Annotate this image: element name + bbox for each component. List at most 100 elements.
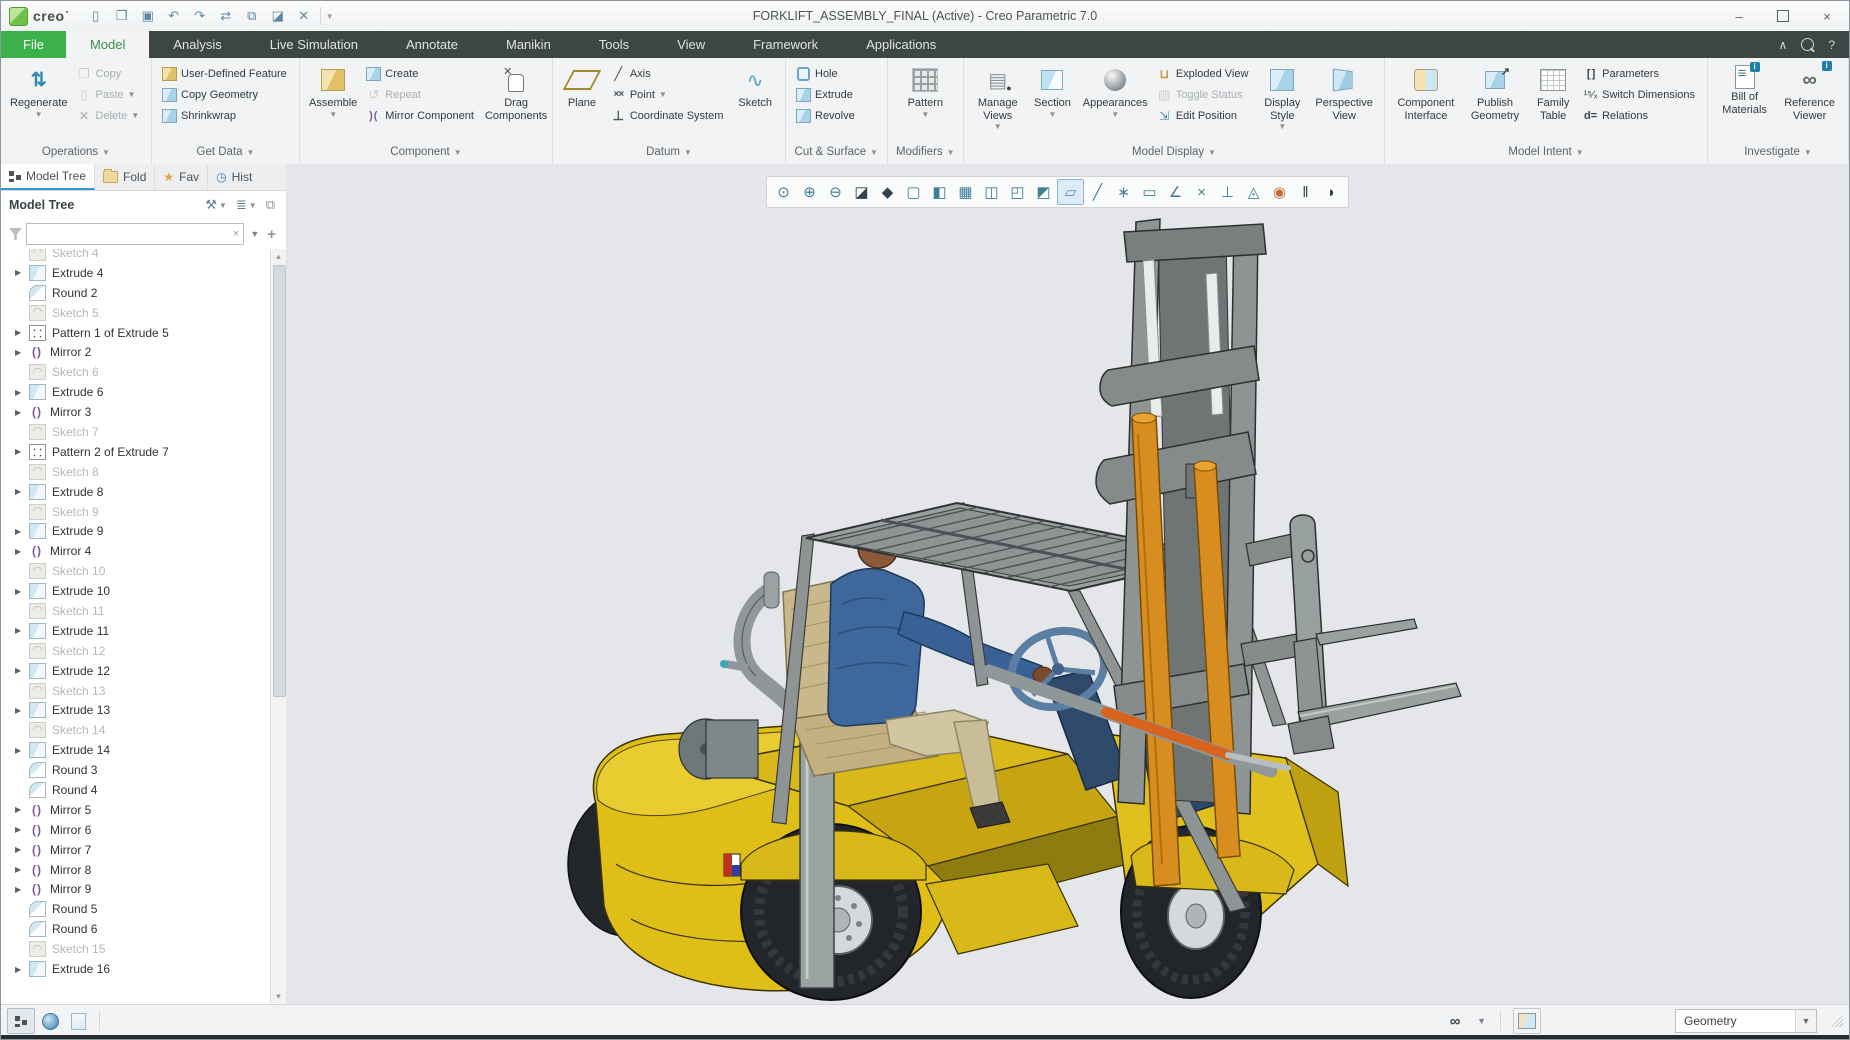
qat-customize-icon[interactable]: ▼	[325, 12, 335, 21]
undo-icon[interactable]: ↶	[162, 5, 186, 27]
expand-arrow-icon[interactable]	[15, 408, 29, 417]
scrollbar-thumb[interactable]	[273, 265, 286, 697]
publish-geometry-button[interactable]: Publish Geometry	[1463, 62, 1527, 122]
clear-search-icon[interactable]: ×	[233, 228, 239, 240]
tab-applications[interactable]: Applications	[842, 31, 960, 58]
tree-item[interactable]: Round 3	[1, 760, 271, 780]
tab-annotate[interactable]: Annotate	[382, 31, 482, 58]
toggle-status-button[interactable]: Toggle Status	[1153, 84, 1255, 105]
render-style-icon[interactable]: ◆	[875, 180, 900, 204]
component-interface-button[interactable]: Component Interface	[1391, 62, 1461, 122]
tree-item[interactable]: Sketch 11	[1, 601, 271, 621]
expand-arrow-icon[interactable]	[15, 666, 29, 675]
expand-arrow-icon[interactable]	[15, 706, 29, 715]
paste-button[interactable]: Paste▼	[73, 84, 146, 105]
parameters-button[interactable]: Parameters	[1579, 63, 1701, 84]
section-button[interactable]: Section ▼	[1027, 62, 1077, 119]
tree-item[interactable]: Extrude 9	[1, 521, 271, 541]
save-icon[interactable]: ▣	[136, 5, 160, 27]
extrude-button[interactable]: Extrude	[792, 84, 861, 105]
tree-item[interactable]: Extrude 16	[1, 959, 271, 979]
pause-icon[interactable]: ‖	[1293, 180, 1318, 204]
copy-geometry-button[interactable]: Copy Geometry	[158, 84, 293, 105]
assemble-button[interactable]: Assemble ▼	[306, 62, 360, 119]
box-select-button[interactable]	[1513, 1008, 1541, 1034]
expand-arrow-icon[interactable]	[15, 527, 29, 536]
tree-item[interactable]: Sketch 7	[1, 422, 271, 442]
expand-arrow-icon[interactable]	[15, 825, 29, 834]
mirror-component-button[interactable]: Mirror Component	[362, 105, 480, 126]
tree-item[interactable]: Sketch 5	[1, 303, 271, 323]
scroll-up-icon[interactable]: ▲	[271, 249, 286, 264]
point-button[interactable]: Point▼	[607, 84, 730, 105]
sketch-button[interactable]: Sketch	[731, 62, 779, 110]
tab-tools[interactable]: Tools	[575, 31, 653, 58]
tree-tools-button[interactable]: ⚒▼	[202, 195, 230, 215]
tree-item[interactable]: Extrude 13	[1, 700, 271, 720]
shrinkwrap-button[interactable]: Shrinkwrap	[158, 105, 293, 126]
axis-button[interactable]: Axis	[607, 63, 730, 84]
tree-item[interactable]: Extrude 14	[1, 740, 271, 760]
zoom-in-icon[interactable]: ⊕	[797, 180, 822, 204]
group-label-investigate[interactable]: Investigate▼	[1708, 142, 1848, 164]
tree-item[interactable]: Round 6	[1, 919, 271, 939]
expand-arrow-icon[interactable]	[15, 268, 29, 277]
bill-of-materials-button[interactable]: Bill of Materials	[1714, 62, 1775, 116]
tree-item[interactable]: Sketch 4	[1, 249, 271, 263]
delete-button[interactable]: Delete▼	[73, 105, 146, 126]
view-normal-icon[interactable]: ◫	[979, 180, 1004, 204]
scroll-down-icon[interactable]: ▼	[271, 989, 286, 1004]
tree-show-button[interactable]: ⧉	[263, 195, 278, 215]
tree-item[interactable]: Sketch 8	[1, 462, 271, 482]
resize-grip[interactable]	[1831, 1015, 1843, 1027]
minimize-button[interactable]: –	[1717, 1, 1761, 31]
tab-folders[interactable]: Fold	[95, 164, 155, 190]
tree-item[interactable]: Round 2	[1, 283, 271, 303]
expand-arrow-icon[interactable]	[15, 487, 29, 496]
tree-item[interactable]: Mirror 4	[1, 541, 271, 561]
annotation-display-icon[interactable]: ◬	[1241, 180, 1266, 204]
tree-item[interactable]: Mirror 8	[1, 860, 271, 880]
group-label-cut-surface[interactable]: Cut & Surface▼	[786, 142, 887, 164]
copy-button[interactable]: Copy	[73, 63, 146, 84]
axis-tag-icon[interactable]: ∠	[1163, 180, 1188, 204]
expand-arrow-icon[interactable]	[15, 447, 29, 456]
redo-icon[interactable]: ↷	[188, 5, 212, 27]
tab-manikin[interactable]: Manikin	[482, 31, 575, 58]
plane-button[interactable]: Plane	[559, 62, 605, 110]
family-table-button[interactable]: Family Table	[1529, 62, 1577, 122]
graphics-viewport[interactable]: ⊙ ⊕ ⊖ ◪ ◆ ▢ ◧ ▦	[286, 164, 1849, 1004]
windows-icon[interactable]: ⧉	[240, 5, 264, 27]
tree-item[interactable]: Extrude 8	[1, 482, 271, 502]
tree-settings-button[interactable]: ≣▼	[233, 195, 260, 215]
group-label-datum[interactable]: Datum▼	[553, 142, 785, 164]
shaded-view-icon[interactable]: ◩	[1031, 180, 1056, 204]
maximize-button[interactable]	[1761, 1, 1805, 31]
activate-icon[interactable]: ◪	[266, 5, 290, 27]
tree-item[interactable]: Pattern 1 of Extrude 5	[1, 323, 271, 343]
open-icon[interactable]: ❐	[110, 5, 134, 27]
tree-item[interactable]: Mirror 3	[1, 402, 271, 422]
tab-model-tree[interactable]: Model Tree	[1, 164, 95, 190]
collapse-ribbon-icon[interactable]: ∧	[1779, 38, 1788, 52]
expand-arrow-icon[interactable]	[15, 885, 29, 894]
tab-view[interactable]: View	[653, 31, 729, 58]
group-label-component[interactable]: Component▼	[300, 142, 552, 164]
point-display-icon[interactable]: ∗	[1111, 180, 1136, 204]
tree-item[interactable]: Sketch 13	[1, 681, 271, 701]
add-filter-icon[interactable]: +	[265, 226, 278, 243]
regenerate-button[interactable]: Regenerate ▼	[7, 62, 71, 119]
expand-arrow-icon[interactable]	[15, 965, 29, 974]
create-component-button[interactable]: Create	[362, 63, 480, 84]
group-label-modifiers[interactable]: Modifiers▼	[888, 142, 963, 164]
display-style-icon[interactable]: ▢	[901, 180, 926, 204]
tab-model[interactable]: Model	[66, 31, 149, 58]
browser-button[interactable]	[37, 1009, 63, 1033]
tab-live-simulation[interactable]: Live Simulation	[246, 31, 382, 58]
relations-button[interactable]: Relations	[1579, 105, 1701, 126]
new-file-icon[interactable]: ▯	[84, 5, 108, 27]
tree-item[interactable]: Sketch 15	[1, 939, 271, 959]
refit-icon[interactable]: ⊙	[771, 180, 796, 204]
repaint-icon[interactable]: ◪	[849, 180, 874, 204]
tab-history[interactable]: ◷ Hist	[208, 164, 260, 190]
